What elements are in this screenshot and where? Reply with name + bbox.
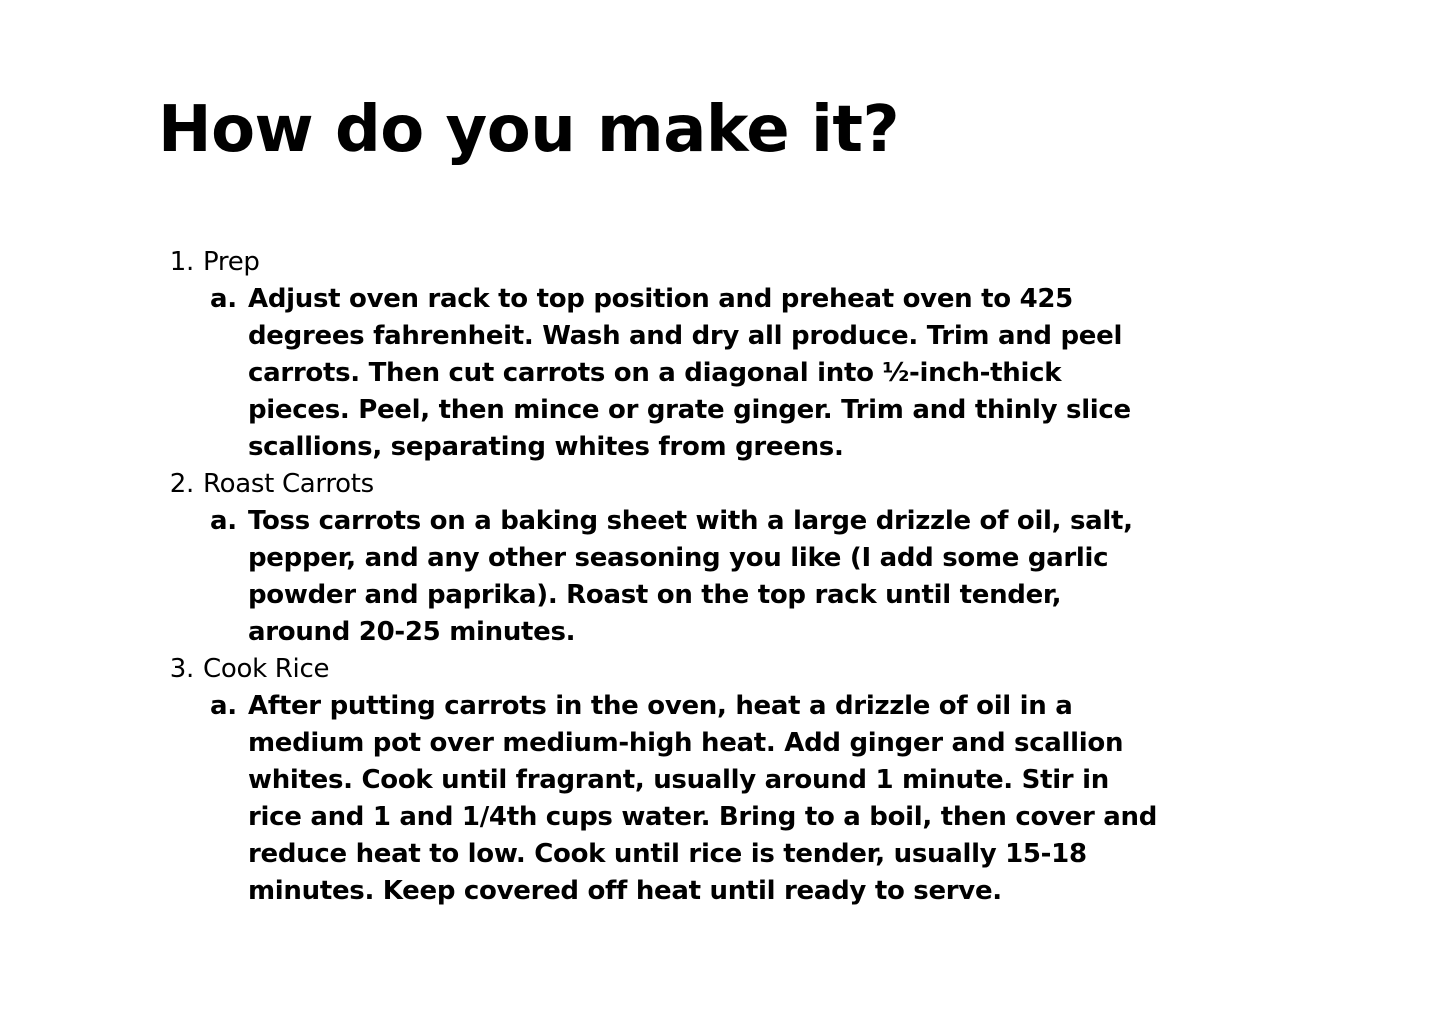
substep-item: a. After putting carrots in the oven, he…: [203, 688, 1160, 910]
substep-letter: a.: [210, 506, 237, 536]
substep-text: Toss carrots on a baking sheet with a la…: [248, 506, 1133, 647]
step-title: Prep: [203, 247, 260, 277]
substep-text: Adjust oven rack to top position and pre…: [248, 284, 1131, 462]
substeps-list: a. Adjust oven rack to top position and …: [203, 281, 1160, 466]
substeps-list: a. Toss carrots on a baking sheet with a…: [203, 503, 1160, 651]
instruction-steps-list: 1. Prep a. Adjust oven rack to top posit…: [150, 244, 1160, 910]
recipe-instructions-page: How do you make it? 1. Prep a. Adjust ov…: [0, 0, 1440, 1024]
step-title: Roast Carrots: [203, 469, 374, 499]
substep-text: After putting carrots in the oven, heat …: [248, 691, 1158, 906]
step-number: 2.: [169, 469, 195, 499]
step-number: 3.: [169, 654, 195, 684]
substep-letter: a.: [210, 284, 237, 314]
step-number: 1.: [169, 247, 195, 277]
step-cook-rice: 3. Cook Rice a. After putting carrots in…: [150, 651, 1160, 910]
step-roast-carrots: 2. Roast Carrots a. Toss carrots on a ba…: [150, 466, 1160, 651]
substep-item: a. Toss carrots on a baking sheet with a…: [203, 503, 1160, 651]
substep-letter: a.: [210, 691, 237, 721]
substep-item: a. Adjust oven rack to top position and …: [203, 281, 1160, 466]
page-title: How do you make it?: [158, 93, 900, 167]
step-title: Cook Rice: [203, 654, 330, 684]
substeps-list: a. After putting carrots in the oven, he…: [203, 688, 1160, 910]
step-prep: 1. Prep a. Adjust oven rack to top posit…: [150, 244, 1160, 466]
